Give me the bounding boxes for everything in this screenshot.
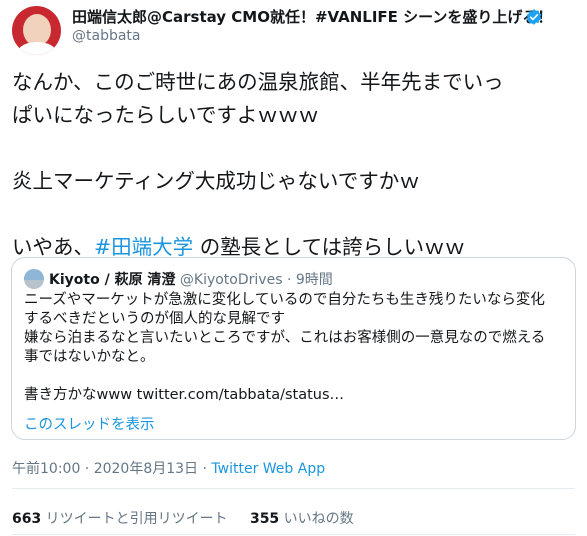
retweet-label: リツイートと引用リツイート [41, 511, 228, 527]
quoted-line: 嫌なら泊まるなと言いたいところですが、これはお客様側の一意見なので燃える [24, 330, 546, 346]
author-handle[interactable]: @tabbata [72, 28, 141, 44]
tweet-card: 田端信太郎@Carstay CMO就任！#VANLIFE シーンを盛り上げる！ … [0, 0, 587, 536]
author-display-name[interactable]: 田端信太郎@Carstay CMO就任！#VANLIFE シーンを盛り上げる！ [72, 6, 552, 27]
quoted-line: 書き方かなwww twitter.com/tabbata/status… [24, 387, 345, 403]
retweet-stat[interactable]: 663 リツイートと引用リツイート [12, 511, 228, 527]
tweet-text: いやあ、 [12, 235, 94, 259]
quoted-time: · 9時間 [286, 272, 333, 288]
tweet-timestamp[interactable]: 午前10:00 · 2020年8月13日 · [12, 461, 211, 477]
quoted-author-handle: @KiyotoDrives [179, 272, 283, 288]
hashtag-link[interactable]: #田端大学 [94, 235, 193, 259]
tweet-line: ぱいになったらしいですよｗｗｗ [12, 103, 319, 127]
quoted-author-name: Kiyoto / 萩原 清澄 [49, 272, 176, 288]
tweet-source-link[interactable]: Twitter Web App [211, 461, 325, 477]
tweet-line: 炎上マーケティング大成功じゃないですかｗ [12, 169, 420, 193]
show-thread-link[interactable]: このスレッドを表示 [24, 413, 155, 434]
quoted-header: Kiyoto / 萩原 清澄 @KiyotoDrives · 9時間 [49, 269, 333, 289]
quoted-author-avatar [24, 269, 44, 289]
divider [12, 488, 575, 489]
quoted-line: ニーズやマーケットが急激に変化しているので自分たちも生き残りたいなら変化 [24, 292, 545, 308]
tweet-line: なんか、このご時世にあの温泉旅館、半年先までいっ [12, 70, 504, 94]
avatar-sky [24, 269, 44, 280]
quoted-text: ニーズやマーケットが急激に変化しているので自分たちも生き残りたいなら変化 するべ… [24, 291, 564, 405]
quoted-line: 事ではないかなと。 [24, 349, 155, 365]
tweet-meta: 午前10:00 · 2020年8月13日 · Twitter Web App [12, 458, 325, 478]
avatar-shirt [18, 42, 56, 55]
quoted-line: するべきだというのが個人的な見解です [24, 311, 285, 327]
retweet-count: 663 [12, 511, 42, 527]
like-stat[interactable]: 355 いいねの数 [250, 511, 354, 527]
like-count: 355 [249, 511, 280, 527]
tweet-text: の塾長としては誇らしいｗｗ [193, 235, 466, 259]
quoted-tweet[interactable]: Kiyoto / 萩原 清澄 @KiyotoDrives · 9時間 ニーズやマ… [11, 257, 576, 440]
tweet-stats: 663 リツイートと引用リツイート 355 いいねの数 [12, 508, 354, 528]
verified-badge-icon [526, 9, 542, 25]
tweet-body: なんか、このご時世にあの温泉旅館、半年先までいっ ぱいになったらしいですよｗｗｗ… [12, 66, 580, 264]
divider [12, 534, 575, 535]
like-label: いいねの数 [279, 511, 354, 527]
author-avatar[interactable] [12, 6, 61, 55]
